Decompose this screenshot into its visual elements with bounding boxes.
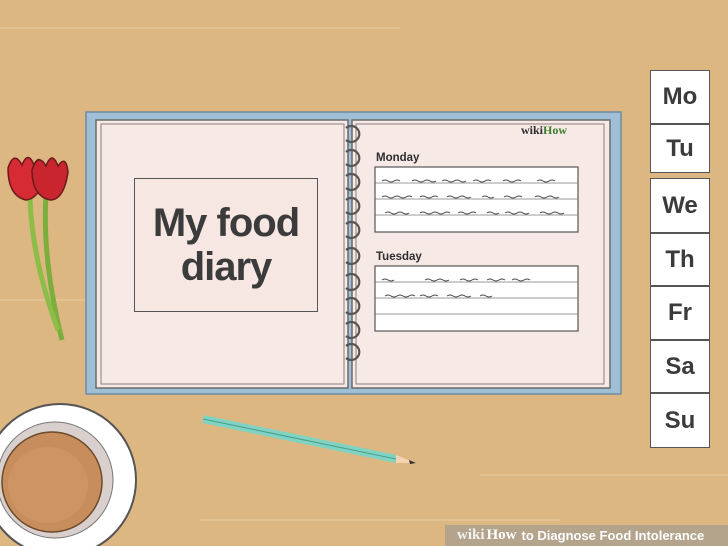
wikihow-logo: wikiHow [521, 123, 567, 138]
article-title-banner: wiki How to Diagnose Food Intolerance [445, 525, 728, 546]
tuesday-box [374, 265, 579, 332]
footer-title: to Diagnose Food Intolerance [521, 528, 705, 543]
footer-wiki: wiki [457, 527, 485, 543]
diary-title: My food diary [152, 201, 300, 289]
diary-cover-label: My food diary [134, 178, 318, 312]
day-tab-su: Su [650, 393, 710, 448]
tulips [7, 156, 69, 341]
brand-how: How [543, 123, 568, 137]
day-tab-sa: Sa [650, 340, 710, 393]
desk-scene [0, 27, 728, 546]
coffee-cup [0, 403, 137, 546]
day-tab-tu: Tu [650, 124, 710, 173]
monday-box [374, 166, 579, 233]
brand-wiki: wiki [521, 123, 544, 137]
day-label-tuesday: Tuesday [376, 251, 422, 263]
day-label-monday: Monday [376, 152, 420, 164]
day-tab-fr: Fr [650, 286, 710, 340]
footer-how: How [486, 527, 517, 543]
pencil [202, 415, 416, 464]
day-tab-th: Th [650, 233, 710, 286]
day-tab-we: We [650, 178, 710, 233]
day-tab-mo: Mo [650, 70, 710, 124]
